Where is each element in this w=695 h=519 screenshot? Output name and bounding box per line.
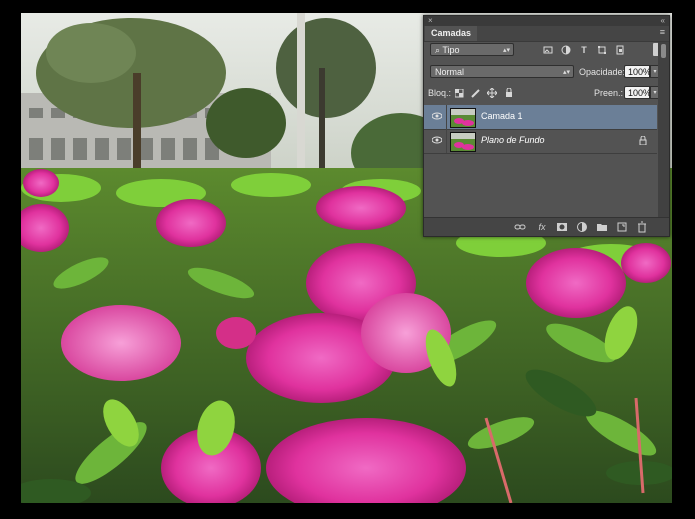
opacity-input[interactable]: 100% xyxy=(624,65,651,78)
panel-menu-icon[interactable]: ≡ xyxy=(660,27,665,37)
filter-row: ⌕ Tipo ▴▾ T xyxy=(424,42,669,58)
new-group-icon[interactable] xyxy=(596,221,608,233)
chevron-updown-icon: ▴▾ xyxy=(562,69,570,76)
collapse-panel-icon[interactable]: « xyxy=(661,16,665,26)
fill-label: Preen.: xyxy=(594,88,624,98)
close-panel-icon[interactable]: × xyxy=(428,16,433,26)
chevron-updown-icon: ▴▾ xyxy=(502,47,510,54)
visibility-eye-icon[interactable] xyxy=(431,112,443,120)
panel-tab-row: Camadas ≡ xyxy=(424,26,669,42)
tab-camadas[interactable]: Camadas xyxy=(425,26,478,41)
image-filter-icon[interactable] xyxy=(543,45,553,55)
layer-row-camada-1[interactable]: Camada 1 xyxy=(424,105,657,130)
add-mask-icon[interactable] xyxy=(556,221,568,233)
lock-all-icon[interactable] xyxy=(504,87,514,98)
delete-layer-icon[interactable] xyxy=(636,221,648,233)
layer-filter-value: Tipo xyxy=(442,45,460,55)
shape-filter-icon[interactable] xyxy=(597,45,607,55)
layer-lock-icon xyxy=(639,135,647,146)
search-icon: ⌕ xyxy=(435,45,441,55)
layer-thumbnail xyxy=(450,108,476,128)
blend-row: Normal ▴▾ Opacidade: 100% ▾ xyxy=(424,64,669,80)
fx-icon[interactable]: fx xyxy=(536,221,548,233)
layers-bottom-bar: fx xyxy=(424,217,669,236)
fill-input[interactable]: 100% xyxy=(624,86,651,99)
lock-position-icon[interactable] xyxy=(486,87,498,99)
eye-column-divider xyxy=(446,129,447,153)
layer-thumbnail xyxy=(450,132,476,152)
new-layer-icon[interactable] xyxy=(616,221,628,233)
layer-row-plano-de-fundo[interactable]: Plano de Fundo xyxy=(424,129,657,154)
blend-mode-select[interactable]: Normal ▴▾ xyxy=(430,65,574,78)
smart-object-filter-icon[interactable] xyxy=(615,45,625,55)
link-layers-icon[interactable] xyxy=(514,221,526,233)
scrollbar-thumb[interactable] xyxy=(661,44,666,58)
lock-transparent-pixels-icon[interactable] xyxy=(454,88,465,99)
adjustment-layer-icon[interactable] xyxy=(576,221,588,233)
type-filter-icon[interactable]: T xyxy=(579,45,589,55)
blend-mode-value: Normal xyxy=(435,67,465,77)
opacity-label: Opacidade: xyxy=(579,67,626,77)
layers-scrollbar[interactable] xyxy=(658,42,669,218)
lock-row: Bloq.: Preen.: 100% ▾ xyxy=(424,85,669,101)
layers-list: Camada 1 Plano de Fundo xyxy=(424,105,657,217)
panel-title-bar[interactable]: × « xyxy=(424,16,669,26)
eye-column-divider xyxy=(446,105,447,129)
lock-label: Bloq.: xyxy=(428,88,452,98)
lock-image-pixels-icon[interactable] xyxy=(471,88,481,98)
layer-filter-select[interactable]: ⌕ Tipo ▴▾ xyxy=(430,43,514,56)
visibility-eye-icon[interactable] xyxy=(431,136,443,144)
layer-name[interactable]: Camada 1 xyxy=(481,111,523,121)
layer-name[interactable]: Plano de Fundo xyxy=(481,135,545,145)
adjustment-filter-icon[interactable] xyxy=(561,45,571,55)
layers-panel: × « Camadas ≡ ⌕ Tipo ▴▾ T Normal ▴▾ Opac… xyxy=(423,15,670,237)
